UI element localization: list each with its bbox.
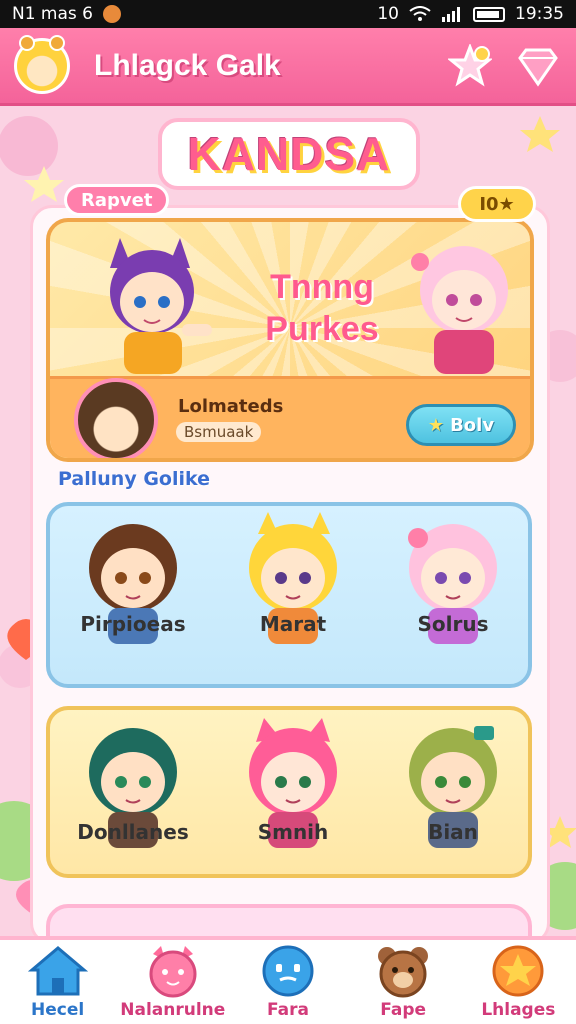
home-icon — [27, 946, 88, 996]
nav-label: Hecel — [30, 1000, 85, 1020]
wifi-icon — [409, 6, 431, 21]
pink-cat-icon — [149, 946, 197, 998]
play-button[interactable]: ★ Bolv — [406, 404, 516, 446]
banner-subtitle: Bsmuaak — [176, 422, 262, 442]
pink-hair-girl-illustration — [411, 246, 508, 374]
count-badge[interactable]: I0★ — [458, 186, 536, 222]
character-row-yellow: Donllanes Smnih Bian — [46, 706, 532, 878]
app-header: Lhlagck Galk — [0, 28, 576, 106]
avatar-ear-icon — [49, 34, 65, 51]
status-left-text: N1 mas 6 — [12, 4, 93, 24]
game-logo: KANDSA — [158, 118, 420, 190]
nav-friends[interactable]: Fape — [348, 944, 458, 1020]
banner-character-name: Lolmateds — [178, 396, 284, 417]
character-card[interactable]: Smnih — [218, 716, 368, 848]
character-row-blue: Pirpioeas Marat Solrus — [46, 502, 532, 688]
star-icon: ★ — [427, 414, 445, 436]
character-name: Solrus — [417, 612, 489, 636]
nav-home[interactable]: Hecel — [3, 944, 113, 1020]
nav-center[interactable]: Fara — [233, 944, 343, 1020]
battery-icon — [473, 6, 505, 22]
avatar-ear-icon — [19, 34, 35, 51]
app-title: Lhlagck Galk — [94, 48, 281, 82]
featured-banner[interactable]: Tnnng Purkes Lolmateds Bsmuaak ★ Bolv — [46, 218, 534, 462]
banner-avatar — [74, 378, 158, 458]
character-name: Marat — [259, 612, 327, 636]
featured-tag: Rapvet — [64, 184, 170, 216]
status-bar: N1 mas 6 10 19:35 — [0, 0, 576, 28]
cell-signal-icon — [442, 7, 460, 22]
character-card[interactable]: Donllanes — [58, 716, 208, 848]
blue-face-icon — [262, 945, 314, 997]
bottom-navigation: Hecel Nalanrulne Fara Fape Lhlages — [0, 936, 576, 1024]
signal-text: 10 — [377, 4, 399, 24]
section-title: Palluny Golike — [58, 468, 210, 490]
character-card[interactable]: Bian — [378, 716, 528, 848]
nav-label: Lhlages — [481, 1000, 556, 1020]
badge-icon — [492, 945, 544, 997]
heart-gem-icon[interactable] — [514, 44, 562, 88]
nav-label: Fape — [380, 1000, 427, 1020]
character-card[interactable]: Solrus — [378, 512, 528, 644]
character-card[interactable]: Marat — [218, 512, 368, 644]
play-button-label: Bolv — [450, 414, 495, 436]
purple-hair-girl-illustration — [110, 238, 212, 374]
nav-label: Nalanrulne — [120, 1000, 226, 1020]
character-name: Smnih — [257, 820, 329, 844]
profile-avatar[interactable] — [14, 34, 70, 94]
nav-badges[interactable]: Lhlages — [463, 944, 573, 1020]
star-badge-icon[interactable] — [448, 43, 492, 88]
character-name: Pirpioeas — [80, 612, 186, 636]
nav-characters[interactable]: Nalanrulne — [118, 944, 228, 1020]
character-name: Bian — [428, 820, 478, 844]
character-name: Donllanes — [77, 820, 189, 844]
clock: 19:35 — [515, 4, 564, 24]
character-card[interactable]: Pirpioeas — [58, 512, 208, 644]
nav-label: Fara — [266, 1000, 309, 1020]
notification-icon — [103, 5, 121, 23]
bear-icon — [378, 947, 429, 998]
